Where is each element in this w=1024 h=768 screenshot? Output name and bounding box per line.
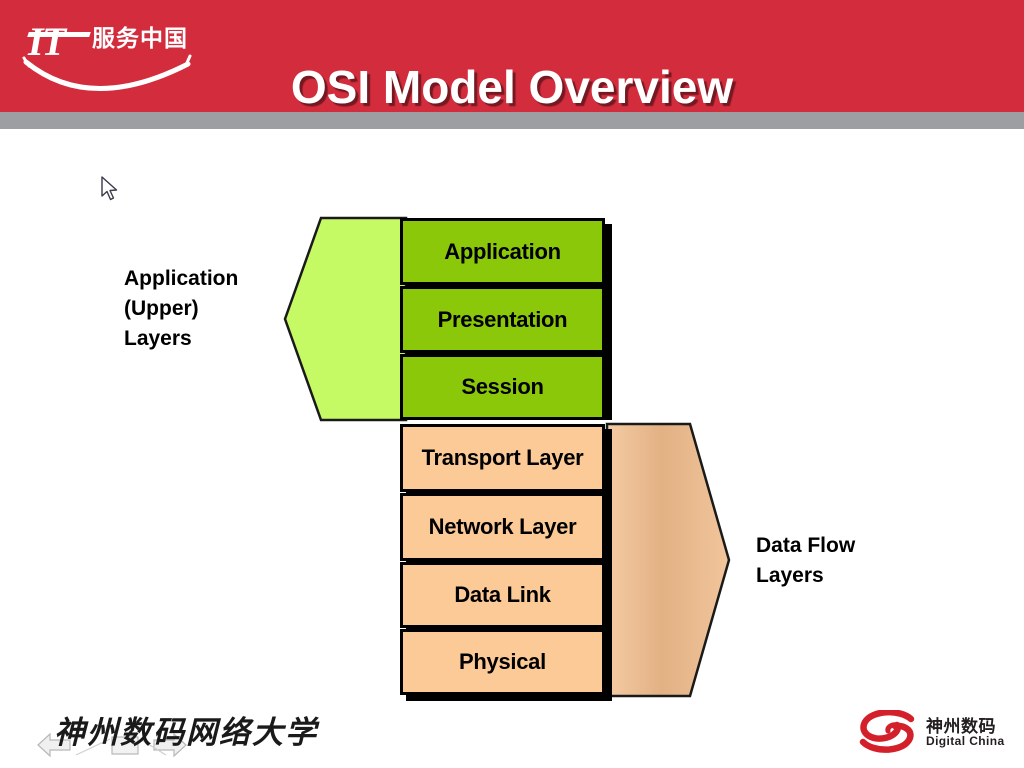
layer-box-session[interactable]: Session (400, 354, 605, 420)
layer-label: Physical (459, 649, 546, 674)
layer-label: Application (444, 238, 561, 264)
layer-label: Session (461, 374, 544, 399)
layer-label: Network Layer (428, 514, 577, 539)
layer-label: Presentation (437, 306, 568, 332)
mouse-pointer-icon (101, 176, 118, 201)
layer-box-physical[interactable]: Physical (400, 629, 605, 695)
layer-box-application[interactable]: Application (400, 218, 605, 285)
footer-brand-logo: 神州数码 Digital China (856, 708, 1008, 758)
data-flow-layers-arrow (605, 422, 731, 698)
upper-layers-label: Application (Upper) Layers (124, 267, 239, 350)
digital-china-swirl-icon (859, 710, 915, 753)
layer-label: Data Link (454, 582, 551, 607)
data-flow-layers-label: Data Flow Layers (756, 534, 856, 587)
layer-box-network[interactable]: Network Layer (400, 493, 605, 561)
osi-diagram: Application (Upper) Layers Data Flow Lay… (0, 0, 1024, 768)
footer-university-logo: 神州数码网络大学 (20, 705, 320, 761)
layer-label: Transport Layer (421, 445, 584, 470)
footer-university-text: 神州数码网络大学 (54, 715, 318, 751)
layer-box-datalink[interactable]: Data Link (400, 562, 605, 628)
layer-box-presentation[interactable]: Presentation (400, 286, 605, 353)
layer-box-transport[interactable]: Transport Layer (400, 424, 605, 492)
brand-english-name: Digital China (926, 734, 1005, 748)
